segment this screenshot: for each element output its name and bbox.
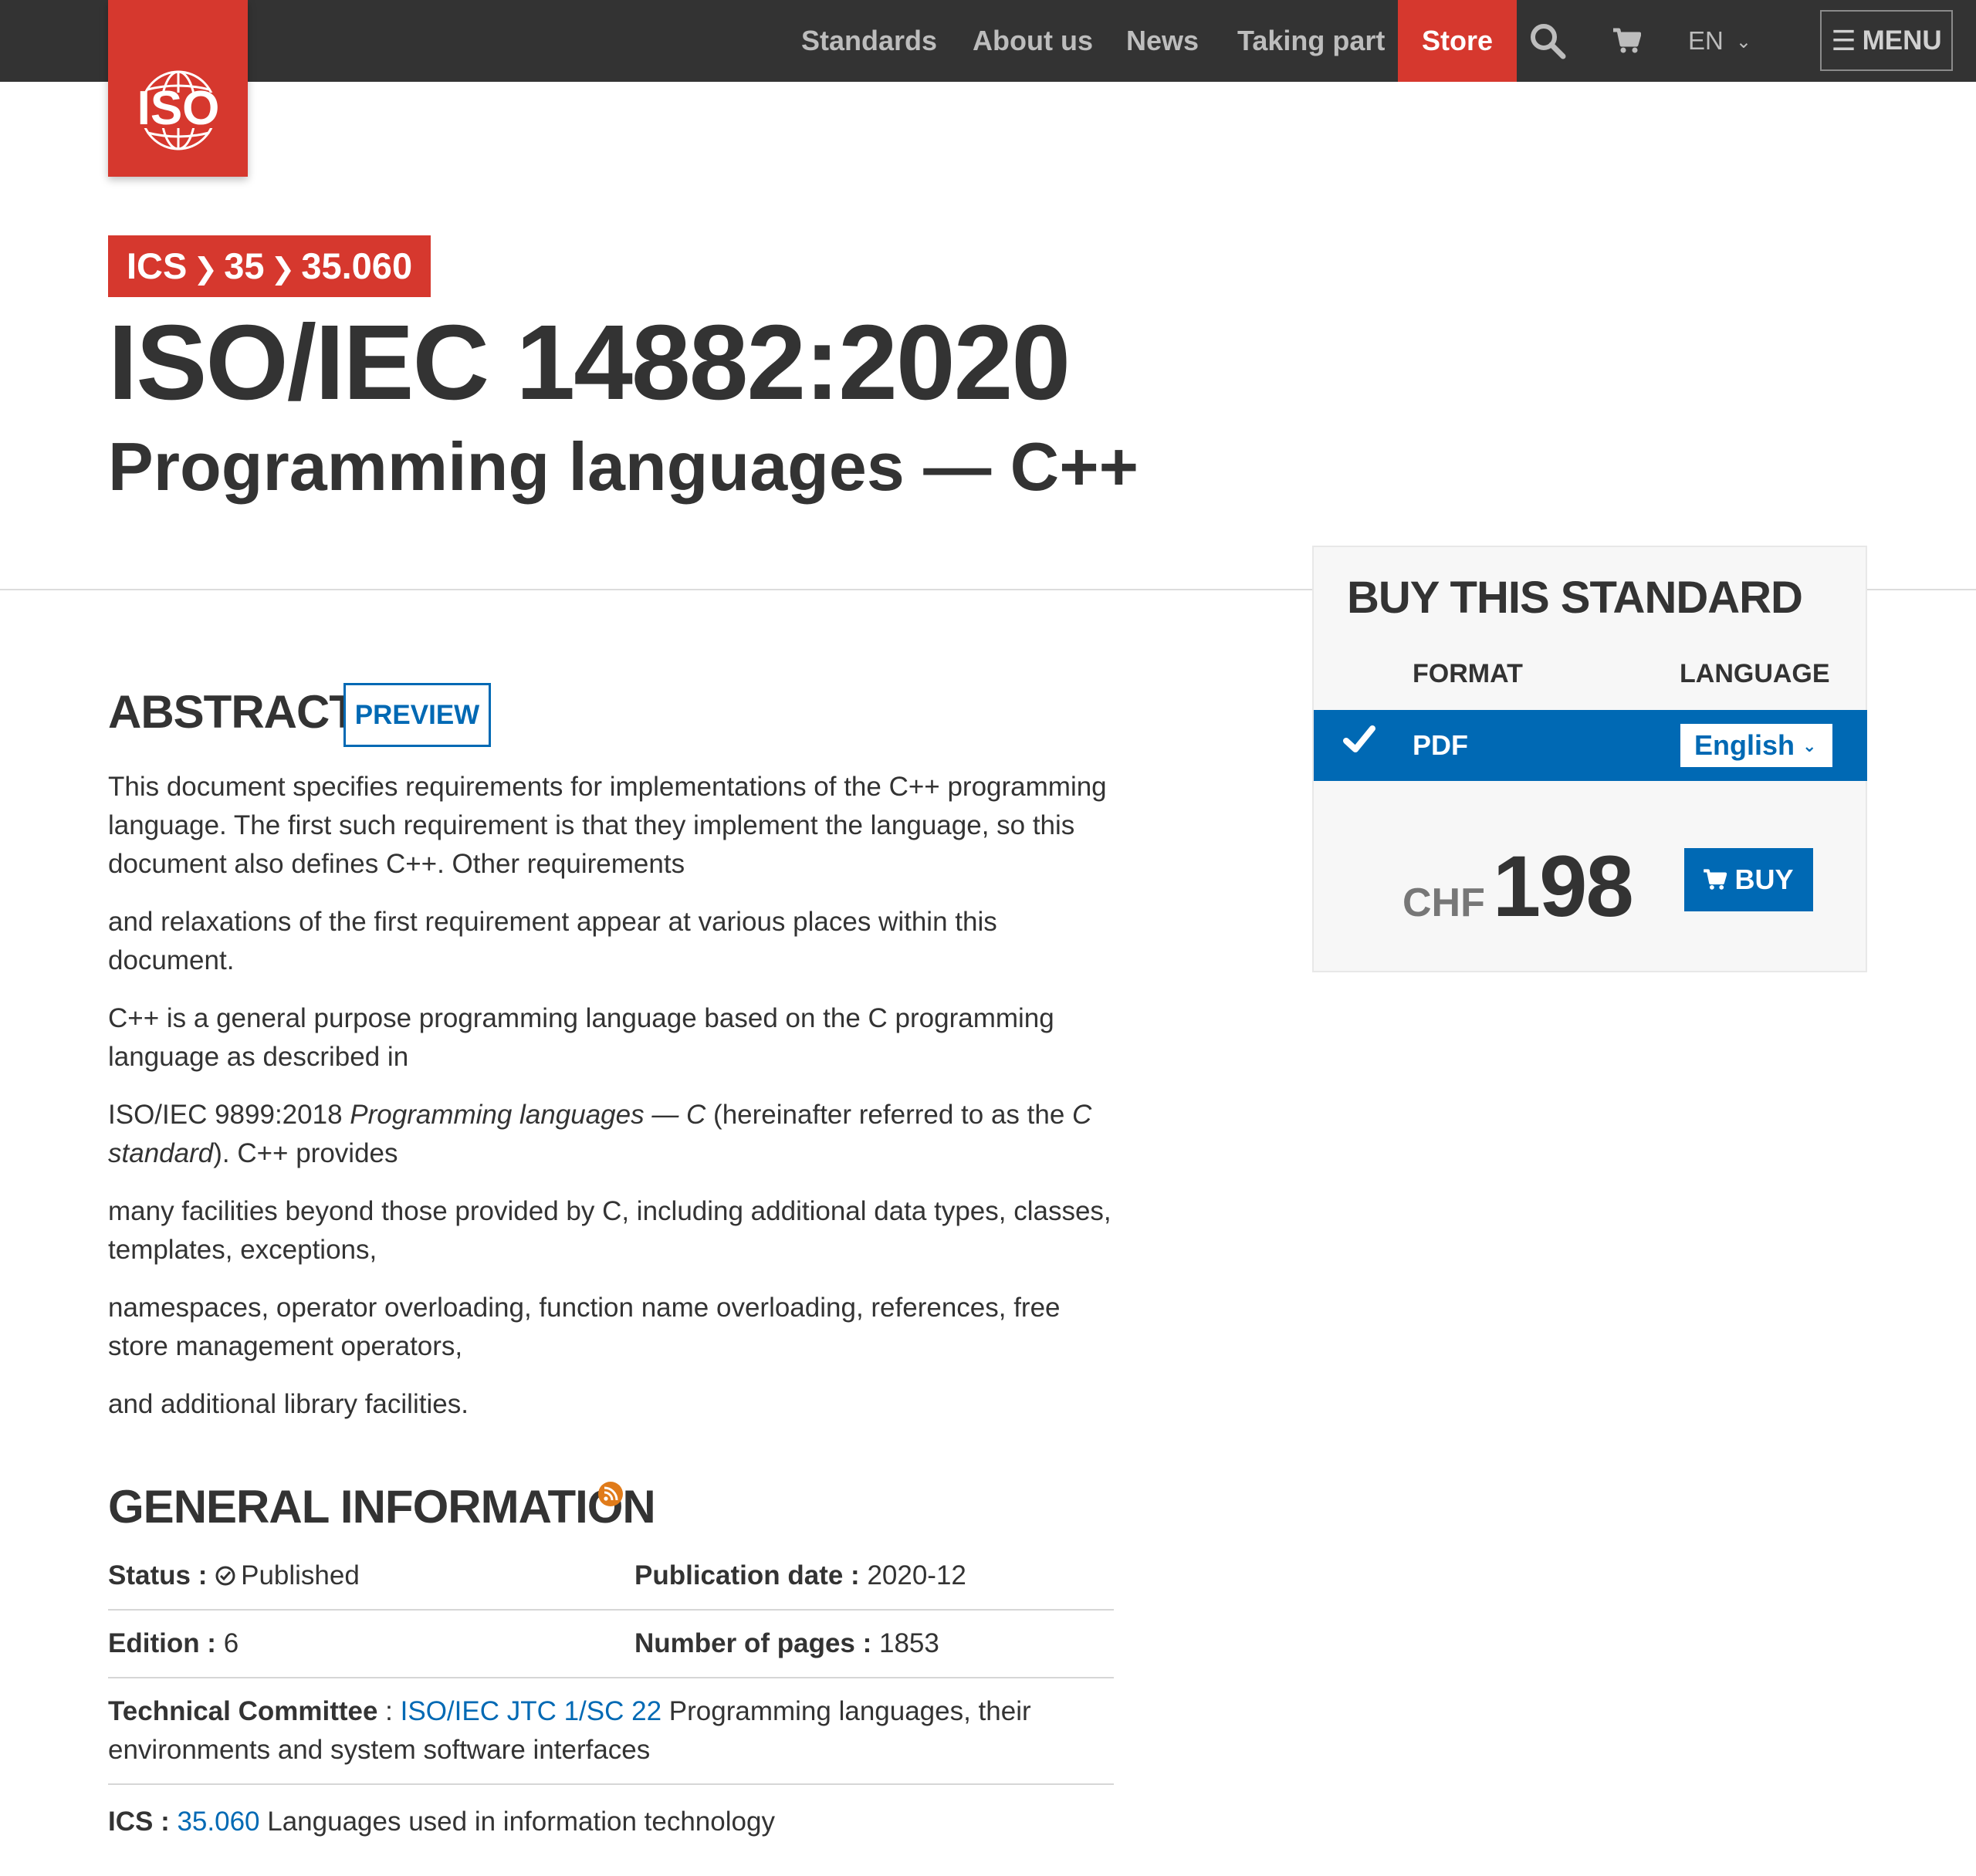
abstract-paragraph: and additional library facilities.: [108, 1389, 469, 1419]
status-value: Published: [241, 1560, 360, 1590]
ics-breadcrumb: ICS ❯ 35 ❯ 35.060: [108, 235, 431, 297]
ics-link[interactable]: 35.060: [177, 1807, 259, 1837]
number-of-pages-row: Number of pages : 1853: [634, 1624, 1128, 1663]
language-code: EN: [1688, 26, 1724, 55]
info-divider: [108, 1677, 1114, 1678]
publication-date-value: 2020-12: [867, 1560, 966, 1590]
number-of-pages-value: 1853: [879, 1628, 939, 1658]
nav-about-us[interactable]: About us: [973, 0, 1093, 82]
iso-logo[interactable]: ISO: [108, 0, 248, 177]
format-column-header: FORMAT: [1413, 659, 1523, 688]
publication-date-label: Publication date :: [634, 1560, 860, 1590]
abstract-paragraph: many facilities beyond those provided by…: [108, 1196, 1112, 1265]
published-check-icon: [215, 1566, 235, 1586]
technical-committee-row: Technical Committee : ISO/IEC JTC 1/SC 2…: [108, 1692, 1114, 1770]
nav-standards[interactable]: Standards: [801, 0, 937, 82]
separator: :: [377, 1696, 401, 1726]
format-label: PDF: [1413, 729, 1468, 761]
document-language-select[interactable]: English ⌄: [1680, 724, 1832, 767]
text-span: ISO/IEC 9899:2018: [108, 1100, 350, 1130]
iso-globe-icon: ISO: [121, 70, 235, 150]
menu-button[interactable]: ☰ MENU: [1820, 10, 1953, 71]
cart-icon[interactable]: [1608, 0, 1646, 82]
buy-title: BUY THIS STANDARD: [1347, 573, 1803, 623]
document-language-value: English: [1694, 729, 1795, 761]
abstract-text: This document specifies requirements for…: [108, 768, 1127, 1443]
technical-committee-label: Technical Committee: [108, 1696, 378, 1726]
search-icon[interactable]: [1524, 0, 1571, 82]
buy-panel: BUY THIS STANDARD FORMAT LANGUAGE PDF En…: [1312, 546, 1867, 972]
top-navigation-bar: Standards About us News Taking part Stor…: [0, 0, 1976, 82]
price: CHF198: [1402, 837, 1634, 936]
language-selector[interactable]: EN ⌄: [1688, 0, 1751, 82]
abstract-paragraph: ISO/IEC 9899:2018 Programming languages …: [108, 1096, 1127, 1173]
nav-news[interactable]: News: [1126, 0, 1199, 82]
svg-text:ISO: ISO: [137, 82, 220, 135]
menu-label: MENU: [1862, 25, 1942, 56]
edition-label: Edition :: [108, 1628, 216, 1658]
text-span: (hereinafter referred to as the: [705, 1100, 1073, 1130]
ics-label: ICS :: [108, 1807, 170, 1837]
language-column-header: LANGUAGE: [1680, 659, 1830, 688]
price-amount: 198: [1492, 838, 1634, 935]
chevron-down-icon: ⌄: [1802, 736, 1817, 755]
nav-taking-part[interactable]: Taking part: [1237, 0, 1385, 82]
page-subtitle: Programming languages — C++: [108, 428, 1139, 505]
info-divider: [108, 1609, 1114, 1611]
abstract-heading: ABSTRACT: [108, 686, 357, 738]
cart-icon: [1704, 869, 1727, 890]
rss-feed-icon[interactable]: [598, 1482, 623, 1510]
abstract-paragraph: namespaces, operator overloading, functi…: [108, 1293, 1061, 1361]
breadcrumb-ics[interactable]: ICS: [127, 245, 187, 286]
abstract-paragraph: and relaxations of the first requirement…: [108, 907, 997, 975]
breadcrumb-35[interactable]: 35: [224, 245, 264, 286]
page-title: ISO/IEC 14882:2020: [108, 303, 1071, 422]
buy-label: BUY: [1734, 864, 1794, 895]
checkmark-icon: [1343, 725, 1375, 752]
format-option-row[interactable]: PDF English ⌄: [1314, 710, 1867, 781]
buy-button[interactable]: BUY: [1684, 848, 1813, 911]
chevron-down-icon: ⌄: [1735, 32, 1751, 52]
abstract-paragraph: C++ is a general purpose programming lan…: [108, 1003, 1054, 1072]
chevron-right-icon: ❯: [270, 253, 296, 286]
publication-date-row: Publication date : 2020-12: [634, 1557, 1128, 1595]
nav-store[interactable]: Store: [1398, 0, 1518, 82]
number-of-pages-label: Number of pages :: [634, 1628, 872, 1658]
edition-value: 6: [223, 1628, 239, 1658]
preview-button[interactable]: PREVIEW: [343, 683, 491, 747]
status-label: Status :: [108, 1560, 208, 1590]
ics-row: ICS : 35.060 Languages used in informati…: [108, 1803, 1114, 1841]
c-standard-title: Programming languages — C: [350, 1100, 706, 1130]
chevron-right-icon: ❯: [193, 253, 218, 286]
price-currency: CHF: [1402, 881, 1485, 925]
abstract-paragraph: This document specifies requirements for…: [108, 772, 1107, 879]
technical-committee-link[interactable]: ISO/IEC JTC 1/SC 22: [401, 1696, 661, 1726]
general-information-heading: GENERAL INFORMATION: [108, 1481, 656, 1533]
info-divider: [108, 1783, 1114, 1785]
breadcrumb-35-060[interactable]: 35.060: [301, 245, 412, 286]
text-span: ). C++ provides: [213, 1138, 398, 1168]
hamburger-icon: ☰: [1831, 24, 1856, 56]
ics-description: Languages used in information technology: [259, 1807, 775, 1837]
